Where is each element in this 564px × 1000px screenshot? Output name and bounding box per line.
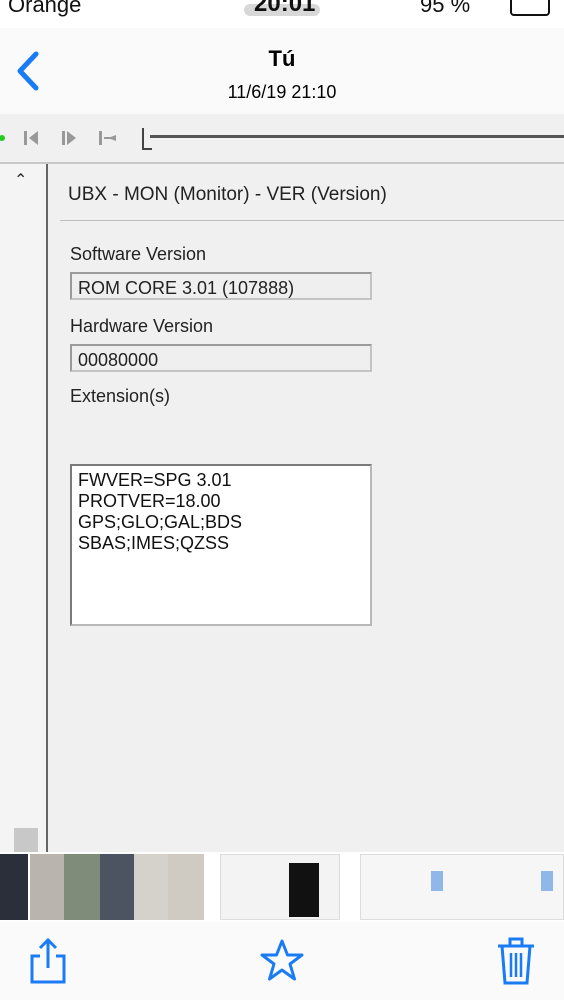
favorite-star-icon[interactable] — [258, 936, 306, 986]
window-title: UBX - MON (Monitor) - VER (Version) — [68, 184, 387, 205]
extension-line: FWVER=SPG 3.01 — [78, 470, 232, 490]
share-icon[interactable] — [28, 936, 68, 986]
carrier-label: Orange — [8, 0, 82, 17]
thumbnail-detail — [289, 863, 319, 917]
page-title: Tú — [268, 46, 296, 71]
thumbnail[interactable] — [134, 854, 168, 920]
extensions-label: Extension(s) — [70, 386, 171, 406]
software-version-label: Software Version — [70, 244, 207, 264]
hardware-version-field: 00080000 — [70, 344, 372, 372]
step-back-icon[interactable] — [20, 126, 44, 150]
thumbnail-strip[interactable] — [0, 852, 564, 922]
scroll-thumb[interactable] — [14, 828, 38, 852]
extensions-textbox: FWVER=SPG 3.01 PROTVER=18.00 GPS;GLO;GAL… — [70, 464, 372, 626]
timeline-slider-track[interactable] — [150, 135, 564, 138]
nav-header: Tú 11/6/19 21:10 — [0, 28, 564, 115]
thumbnail[interactable] — [64, 854, 100, 920]
hardware-version-label: Hardware Version — [70, 316, 214, 336]
thumbnail[interactable] — [100, 854, 134, 920]
skip-start-icon[interactable] — [96, 126, 120, 150]
step-forward-icon[interactable] — [58, 126, 82, 150]
left-scrollbar[interactable]: ⌃ — [0, 164, 48, 852]
thumbnail[interactable] — [220, 854, 340, 920]
trash-icon[interactable] — [496, 936, 536, 986]
battery-icon — [510, 0, 550, 16]
thumbnail[interactable] — [0, 854, 28, 920]
status-bar: Orange 20:01 95 % — [0, 0, 564, 28]
window-toolbar — [0, 114, 564, 164]
extension-line: GPS;GLO;GAL;BDS — [78, 512, 243, 532]
thumbnail[interactable] — [360, 854, 564, 920]
thumbnail[interactable] — [30, 854, 64, 920]
thumbnail-detail — [431, 871, 443, 891]
page-subtitle: 11/6/19 21:10 — [227, 82, 337, 102]
extension-line: SBAS;IMES;QZSS — [78, 533, 230, 553]
battery-percent: 95 % — [420, 0, 471, 17]
thumbnail[interactable] — [168, 854, 204, 920]
extension-line: PROTVER=18.00 — [78, 491, 221, 511]
scroll-up-icon[interactable]: ⌃ — [14, 170, 27, 190]
divider — [60, 220, 564, 221]
photo-viewer: ⌃ UBX - MON (Monitor) - VER (Version) So… — [0, 114, 564, 852]
bottom-toolbar — [0, 922, 564, 1000]
clock: 20:01 — [254, 0, 316, 17]
software-version-field: ROM CORE 3.01 (107888) — [70, 272, 372, 300]
timeline-slider-thumb[interactable] — [142, 128, 152, 150]
version-panel: UBX - MON (Monitor) - VER (Version) Soft… — [52, 164, 564, 852]
thumbnail-detail — [541, 871, 553, 891]
